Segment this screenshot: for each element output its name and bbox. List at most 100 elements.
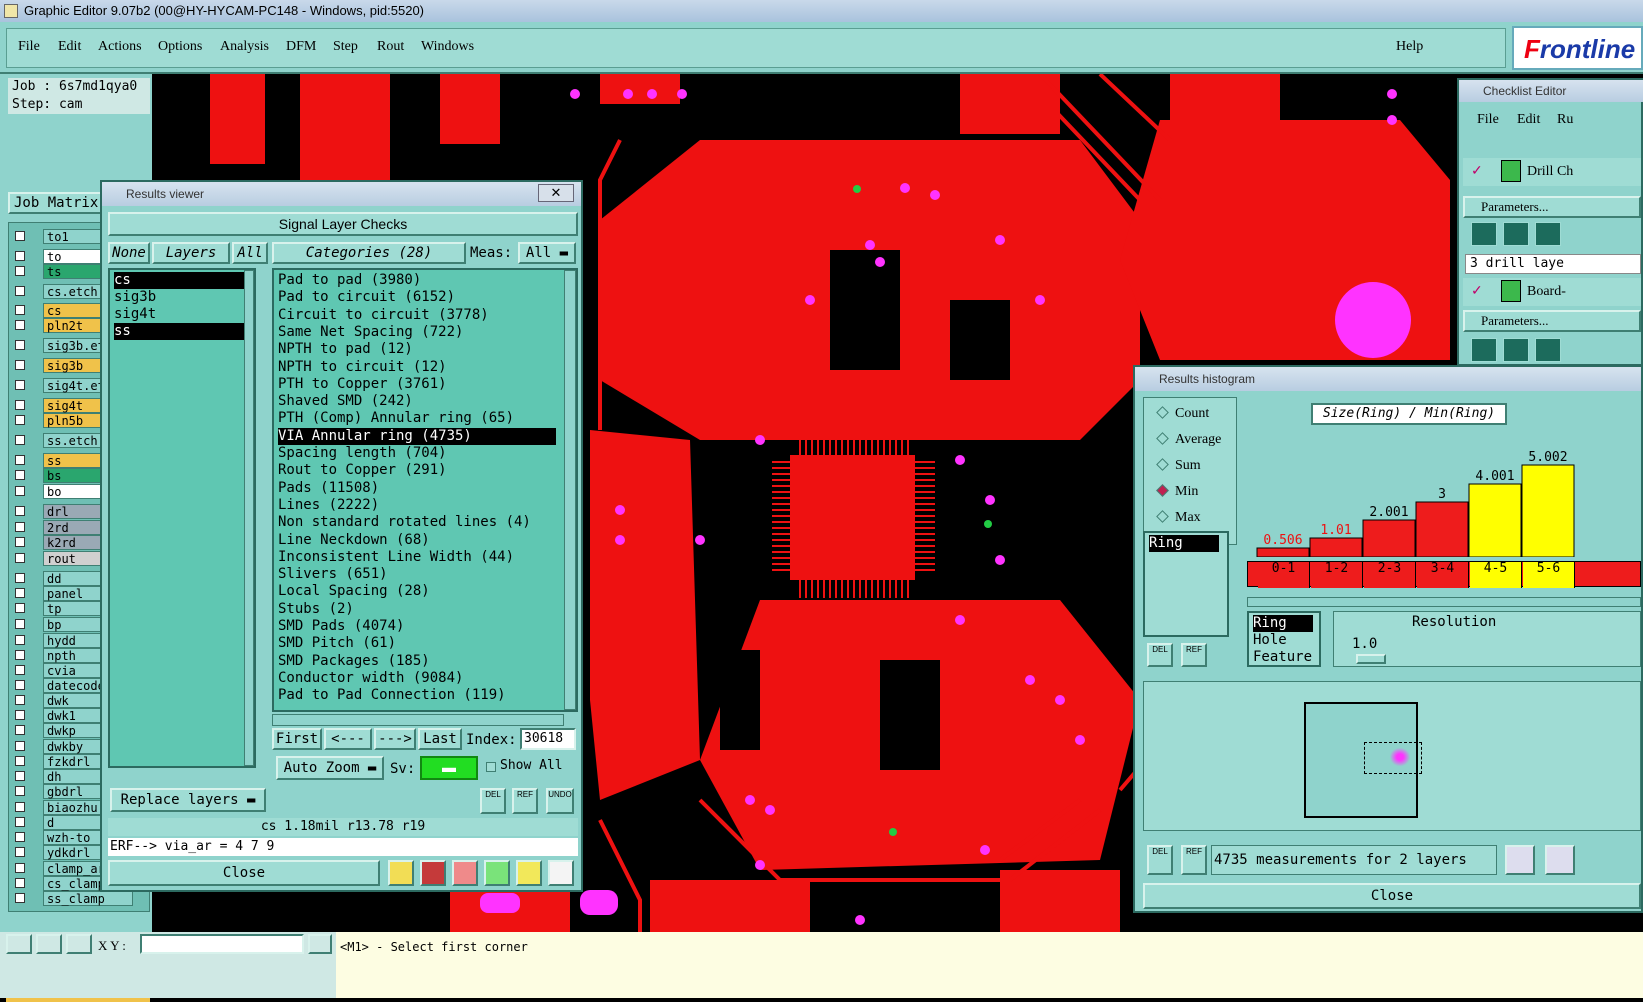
- layer-checkbox[interactable]: [15, 506, 25, 516]
- menu-help[interactable]: Help: [1396, 39, 1423, 55]
- checklist-item-board[interactable]: ✓ Board-: [1463, 278, 1641, 306]
- layer-checkbox[interactable]: [15, 537, 25, 547]
- layer-checkbox[interactable]: [15, 725, 25, 735]
- attr-hole[interactable]: Hole: [1253, 632, 1287, 649]
- layer-list-scrollbar[interactable]: [244, 270, 254, 766]
- layer-checkbox[interactable]: [15, 340, 25, 350]
- ref-delete-icon[interactable]: [452, 860, 478, 886]
- ce-menu-edit[interactable]: Edit: [1517, 112, 1540, 128]
- category-item[interactable]: NPTH to pad (12): [278, 341, 413, 358]
- checklist-item-drill[interactable]: ✓ Drill Ch: [1463, 158, 1641, 186]
- run-tool-icon-6[interactable]: [1535, 338, 1561, 362]
- grid-tool-icon[interactable]: [66, 934, 92, 954]
- layer-checkbox[interactable]: [15, 802, 25, 812]
- category-item[interactable]: NPTH to circuit (12): [278, 359, 447, 376]
- layer-checkbox[interactable]: [15, 251, 25, 261]
- menu-file[interactable]: File: [18, 39, 40, 55]
- category-item[interactable]: Rout to Copper (291): [278, 462, 447, 479]
- category-item[interactable]: Local Spacing (28): [278, 583, 430, 600]
- layer-row[interactable]: ss_clamp: [11, 891, 149, 906]
- layer-checkbox[interactable]: [15, 435, 25, 445]
- category-item[interactable]: VIA Annular ring (4735): [278, 427, 556, 445]
- show-all-checkbox[interactable]: [486, 762, 496, 772]
- layer-checkbox[interactable]: [15, 603, 25, 613]
- board-preview[interactable]: [1143, 681, 1641, 831]
- layer-checkbox[interactable]: [15, 320, 25, 330]
- line-tool-icon[interactable]: [36, 934, 62, 954]
- mode-average[interactable]: Average: [1156, 432, 1221, 448]
- layer-item-sig4t[interactable]: sig4t: [114, 306, 156, 323]
- category-item[interactable]: PTH (Comp) Annular ring (65): [278, 410, 514, 427]
- export-icon[interactable]: [1545, 845, 1575, 875]
- category-item[interactable]: Pads (11508): [278, 480, 379, 497]
- layer-checkbox[interactable]: [15, 553, 25, 563]
- attr-ring[interactable]: Ring: [1253, 615, 1313, 632]
- stats-tool-icon[interactable]: [484, 860, 510, 886]
- mode-count[interactable]: Count: [1156, 406, 1209, 422]
- layer-checkbox[interactable]: [15, 847, 25, 857]
- layer-checkbox[interactable]: [15, 817, 25, 827]
- histogram-tool-icon[interactable]: [548, 860, 574, 886]
- layer-checkbox[interactable]: [15, 619, 25, 629]
- select-tool-icon[interactable]: [6, 934, 32, 954]
- histogram-hscrollbar[interactable]: [1247, 597, 1641, 607]
- categories-button[interactable]: Categories (28): [272, 242, 466, 264]
- menu-windows[interactable]: Windows: [421, 39, 474, 55]
- menu-analysis[interactable]: Analysis: [220, 39, 269, 55]
- none-button[interactable]: None: [108, 242, 150, 264]
- layer-item-sig3b[interactable]: sig3b: [114, 289, 156, 306]
- drill-layer-field[interactable]: 3 drill laye: [1465, 254, 1641, 274]
- menu-options[interactable]: Options: [158, 39, 202, 55]
- run-tool-icon-2[interactable]: [1503, 222, 1529, 246]
- run-tool-icon-4[interactable]: [1471, 338, 1497, 362]
- layers-button[interactable]: Layers: [152, 242, 230, 264]
- erf-field[interactable]: ERF--> via_ar = 4 7 9: [108, 838, 578, 856]
- prev-button[interactable]: <---: [324, 728, 372, 750]
- all-button[interactable]: All: [232, 242, 268, 264]
- meas-dropdown[interactable]: All ▬: [518, 242, 576, 264]
- menu-rout[interactable]: Rout: [377, 39, 404, 55]
- layer-checkbox[interactable]: [15, 863, 25, 873]
- layer-checkbox[interactable]: [15, 231, 25, 241]
- layer-checkbox[interactable]: [15, 455, 25, 465]
- resolution-slider[interactable]: [1356, 654, 1386, 664]
- run-tool-icon-1[interactable]: [1471, 222, 1497, 246]
- layer-checkbox[interactable]: [15, 756, 25, 766]
- mode-max[interactable]: Max: [1156, 510, 1201, 526]
- layer-checkbox[interactable]: [15, 771, 25, 781]
- layer-checkbox[interactable]: [15, 470, 25, 480]
- category-item[interactable]: Spacing length (704): [278, 445, 447, 462]
- layer-checkbox[interactable]: [15, 786, 25, 796]
- del-button[interactable]: DEL: [480, 788, 506, 814]
- layer-checkbox[interactable]: [15, 360, 25, 370]
- close-icon[interactable]: ✕: [538, 184, 574, 202]
- layer-checkbox[interactable]: [15, 380, 25, 390]
- category-item[interactable]: Stubs (2): [278, 601, 354, 618]
- report-icon[interactable]: [1505, 845, 1535, 875]
- report-tool-icon[interactable]: [516, 860, 542, 886]
- xy-field[interactable]: [140, 934, 304, 954]
- parameters-button-2[interactable]: Parameters...: [1463, 310, 1641, 332]
- layer-tool-icon[interactable]: [388, 860, 414, 886]
- category-hscrollbar[interactable]: [272, 714, 564, 726]
- category-item[interactable]: SMD Pitch (61): [278, 635, 396, 652]
- category-item[interactable]: Conductor width (9084): [278, 670, 463, 687]
- list-item-ring[interactable]: Ring: [1149, 535, 1219, 552]
- first-button[interactable]: First: [272, 728, 322, 750]
- menu-edit[interactable]: Edit: [58, 39, 81, 55]
- close-button[interactable]: Close: [108, 860, 380, 886]
- category-item[interactable]: Inconsistent Line Width (44): [278, 549, 514, 566]
- category-item[interactable]: Pad to circuit (6152): [278, 289, 455, 306]
- preview-ref-button[interactable]: REF: [1181, 845, 1207, 875]
- ref-button[interactable]: REF: [512, 788, 538, 814]
- pause-icon[interactable]: [308, 934, 332, 954]
- attr-feature[interactable]: Feature: [1253, 649, 1312, 666]
- parameters-button-1[interactable]: Parameters...: [1463, 196, 1641, 218]
- layer-checkbox[interactable]: [15, 878, 25, 888]
- layer-checkbox[interactable]: [15, 486, 25, 496]
- hist-ref-button[interactable]: REF: [1181, 643, 1207, 667]
- category-item[interactable]: Non standard rotated lines (4): [278, 514, 531, 531]
- layer-name[interactable]: ss_clamp: [43, 891, 133, 906]
- category-item[interactable]: Circuit to circuit (3778): [278, 307, 489, 324]
- category-item[interactable]: Pad to Pad Connection (119): [278, 687, 506, 704]
